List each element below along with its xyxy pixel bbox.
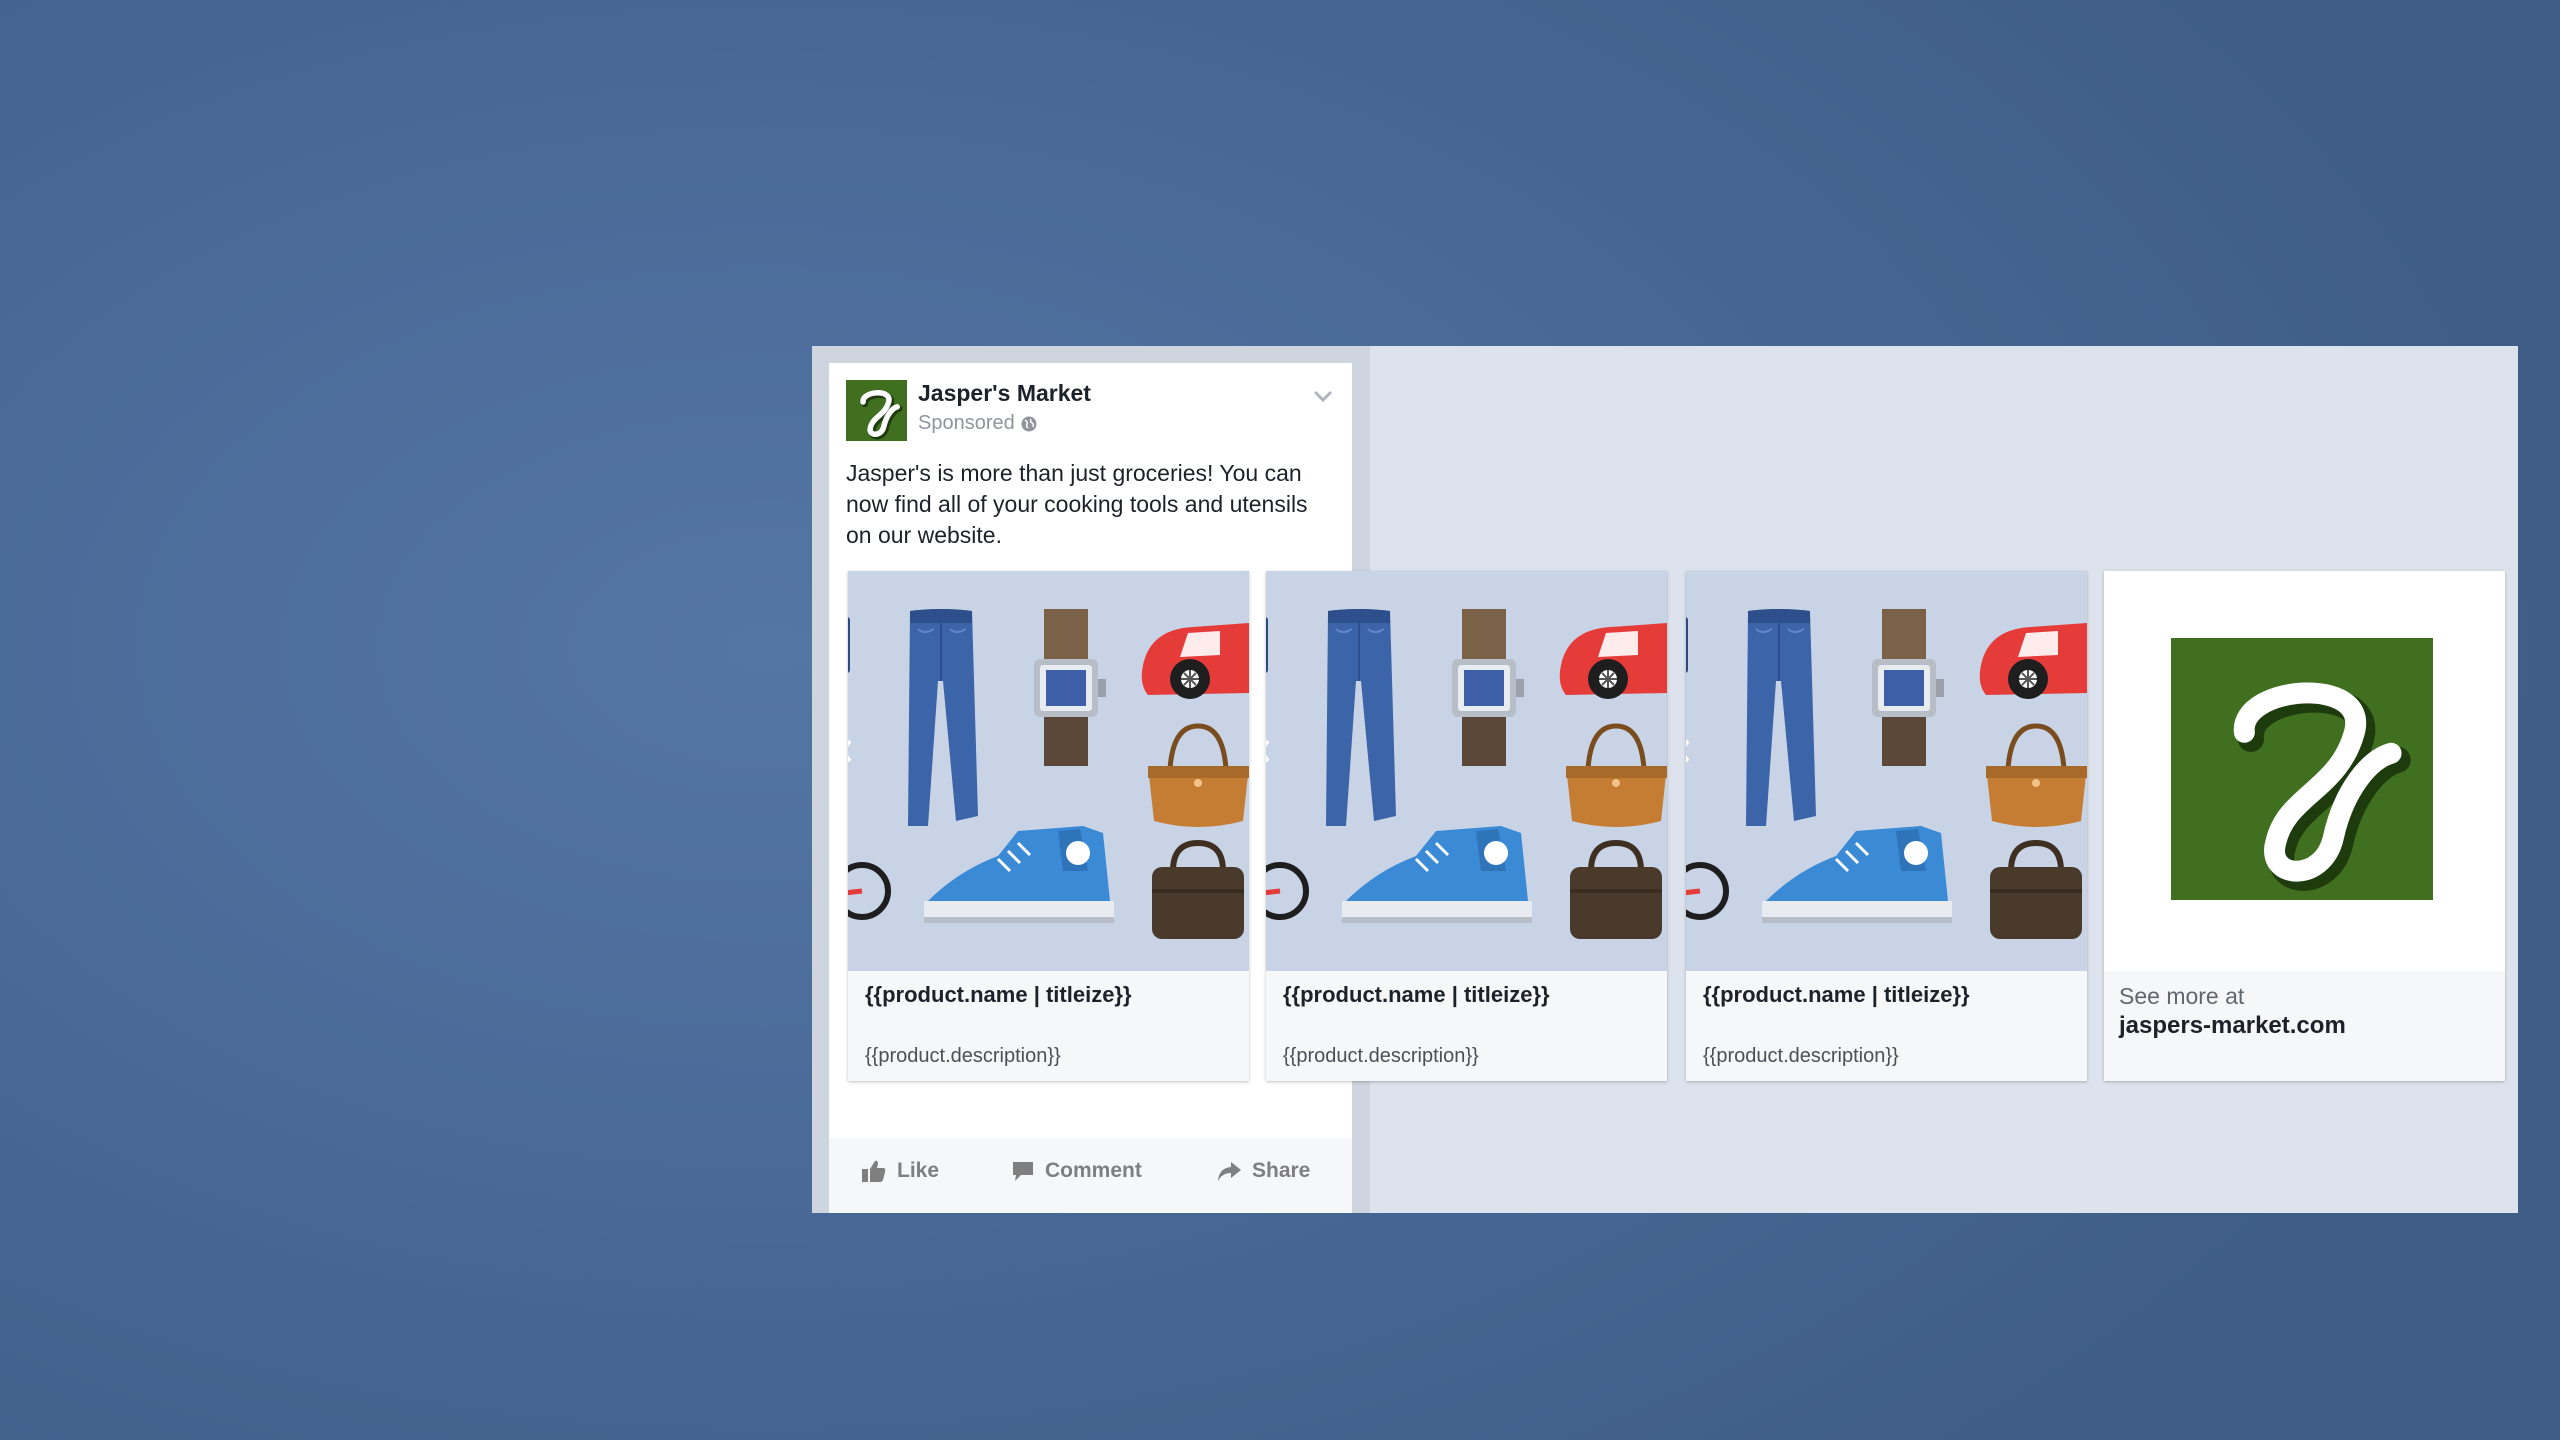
product-illustration-icon — [1266, 571, 1667, 971]
product-card[interactable]: {{product.name | titleize}} {{product.de… — [1266, 571, 1667, 1081]
chevron-down-icon — [1314, 391, 1332, 403]
product-image — [848, 571, 1249, 971]
product-description: {{product.description}} — [1703, 1045, 1899, 1067]
see-more-label: See more at — [2119, 983, 2245, 1009]
see-more-image — [2104, 571, 2505, 971]
product-image — [1266, 571, 1667, 971]
product-title: {{product.name | titleize}} — [865, 982, 1132, 1007]
jasper-logo-icon — [2233, 682, 2411, 891]
product-illustration-icon — [848, 571, 1249, 971]
globe-icon — [1021, 416, 1037, 431]
product-title: {{product.name | titleize}} — [1283, 982, 1550, 1007]
share-icon — [1218, 1162, 1241, 1181]
brand-logo — [2171, 638, 2433, 900]
product-image — [1686, 571, 2087, 971]
sponsored-text: Sponsored — [918, 412, 1015, 434]
post-text: Jasper's is more than just groceries! Yo… — [846, 460, 1308, 548]
jasper-logo-icon — [860, 390, 903, 440]
post-options-button[interactable] — [1312, 388, 1334, 406]
thumbs-up-icon — [862, 1160, 886, 1182]
comment-button[interactable]: Comment — [1011, 1159, 1142, 1183]
see-more-card[interactable]: See more at jaspers-market.com — [2104, 571, 2505, 1081]
product-title: {{product.name | titleize}} — [1703, 982, 1970, 1007]
page-logo[interactable] — [846, 380, 907, 441]
product-card[interactable]: {{product.name | titleize}} {{product.de… — [1686, 571, 2087, 1081]
product-description: {{product.description}} — [1283, 1045, 1479, 1067]
product-description: {{product.description}} — [865, 1045, 1061, 1067]
product-card[interactable]: {{product.name | titleize}} {{product.de… — [848, 571, 1249, 1081]
page-name[interactable]: Jasper's Market — [918, 380, 1091, 407]
comment-icon — [1013, 1162, 1033, 1181]
comment-label: Comment — [1045, 1159, 1142, 1182]
like-button[interactable]: Like — [861, 1159, 939, 1183]
see-more-url[interactable]: jaspers-market.com — [2119, 1012, 2346, 1040]
sponsored-label: Sponsored — [918, 412, 1038, 435]
share-label: Share — [1252, 1159, 1311, 1182]
share-button[interactable]: Share — [1216, 1159, 1310, 1183]
product-illustration-icon — [1686, 571, 2087, 971]
like-label: Like — [897, 1159, 940, 1182]
